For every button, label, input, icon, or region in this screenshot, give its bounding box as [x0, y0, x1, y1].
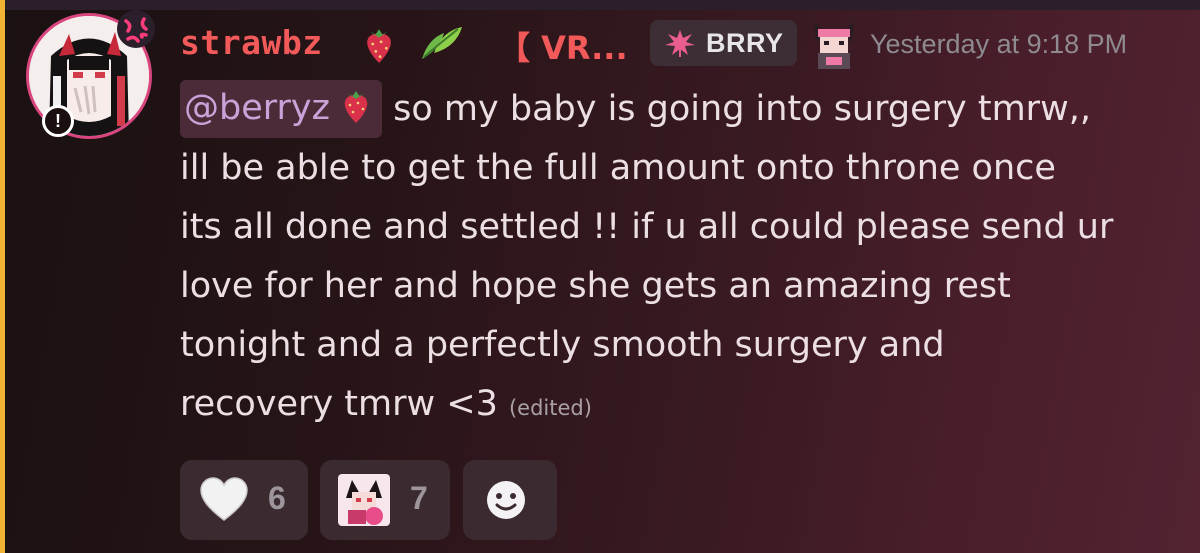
mention-text: @berryz — [184, 88, 330, 128]
reaction-count: 7 — [410, 480, 428, 516]
warning-badge: ! — [42, 105, 74, 137]
message-content: @berryz so my baby is going into surgery… — [180, 80, 1180, 434]
reaction-count: 6 — [268, 480, 286, 516]
pink-leaf-icon — [665, 30, 695, 57]
smile-icon — [487, 481, 525, 519]
reaction-heart[interactable]: 6 — [180, 460, 308, 540]
message-line: love for her and hope she gets an amazin… — [180, 266, 1011, 306]
custom-sticker-icon — [338, 474, 390, 526]
add-reaction-button[interactable] — [463, 460, 557, 540]
top-strip — [0, 0, 1200, 10]
anger-mark-icon — [117, 10, 155, 48]
message-text: so my baby is going into surgery tmrw,, — [393, 89, 1091, 129]
message-highlight-bar — [0, 0, 5, 553]
strawberry-icon — [344, 91, 368, 123]
message-line: recovery tmrw <3 (edited) — [180, 375, 1180, 434]
edited-label: (edited) — [508, 396, 592, 420]
user-mention[interactable]: @berryz — [180, 80, 382, 138]
message-header: strawbz 【 VR... BRRY Yesterday at 9:18 P… — [180, 17, 1190, 73]
role-tag-text: BRRY — [706, 28, 784, 58]
message-line: its all done and settled !! if u all cou… — [180, 207, 1114, 247]
role-tag-badge[interactable]: BRRY — [650, 20, 797, 66]
username[interactable]: strawbz — [180, 23, 323, 62]
clan-tag[interactable]: 【 VR... — [498, 23, 628, 69]
pixel-character-icon — [814, 21, 854, 69]
message-line: ill be able to get the full amount onto … — [180, 148, 1056, 188]
strawberry-icon — [367, 29, 391, 63]
herb-icon — [422, 27, 462, 59]
timestamp[interactable]: Yesterday at 9:18 PM — [870, 29, 1127, 60]
white-heart-icon — [200, 477, 248, 521]
author-avatar-wrapper[interactable]: ! — [26, 10, 156, 143]
message-line: tonight and a perfectly smooth surgery a… — [180, 325, 945, 365]
message-text: recovery tmrw <3 — [180, 384, 498, 424]
reaction-sticker[interactable]: 7 — [320, 460, 450, 540]
message-line: @berryz so my baby is going into surgery… — [180, 80, 1180, 139]
